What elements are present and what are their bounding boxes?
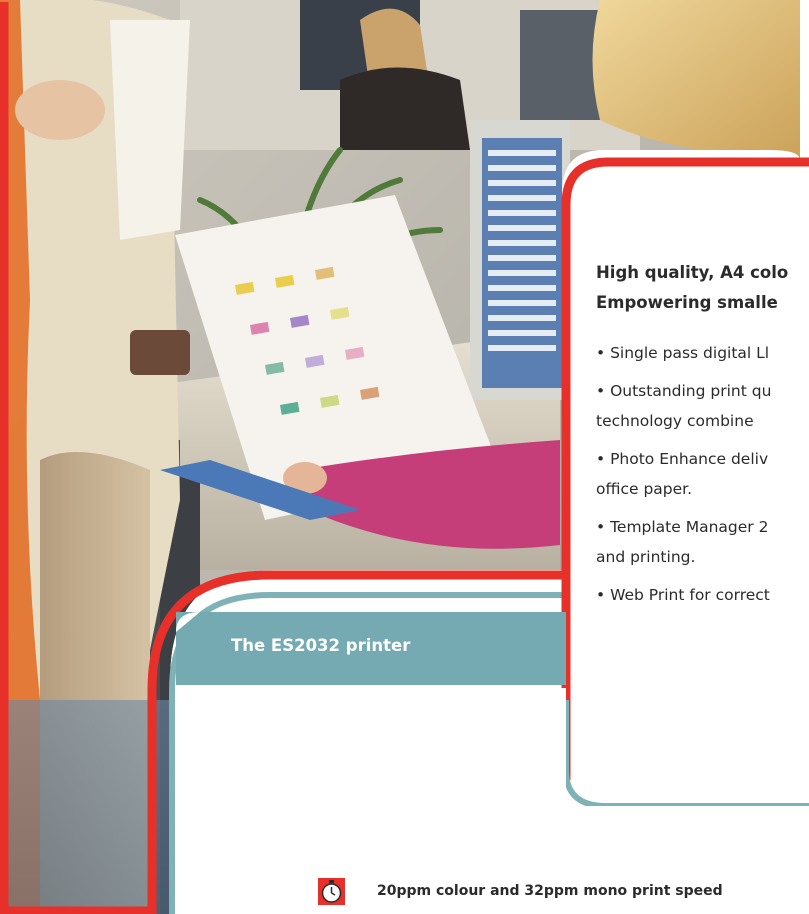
feature-print-speed: 20ppm colour and 32ppm mono print speed: [318, 877, 809, 905]
section-label: The ES2032 printer: [231, 636, 411, 655]
bullet-item: • Single pass digital Ll: [596, 338, 809, 368]
stopwatch-icon: [318, 877, 345, 905]
feature-text: 20ppm colour and 32ppm mono print speed: [377, 883, 723, 899]
bullet-line: technology combine: [596, 412, 754, 430]
product-heading: High quality, A4 colo Empowering smalle: [596, 258, 809, 318]
bullet-line: and printing.: [596, 548, 696, 566]
bullet-line: • Web Print for correct: [596, 586, 770, 604]
bullet-item: • Template Manager 2 and printing.: [596, 512, 809, 572]
bullet-line: office paper.: [596, 480, 693, 498]
bullet-line: • Photo Enhance deliv: [596, 450, 769, 468]
bullet-item: • Outstanding print qu technology combin…: [596, 376, 809, 436]
bullet-item: • Web Print for correct: [596, 580, 809, 610]
heading-line-2: Empowering smalle: [596, 293, 778, 312]
bullet-line: • Outstanding print qu: [596, 382, 772, 400]
bullet-line: • Template Manager 2: [596, 518, 769, 536]
bullet-item: • Photo Enhance deliv office paper.: [596, 444, 809, 504]
bullet-line: • Single pass digital Ll: [596, 344, 770, 362]
heading-line-1: High quality, A4 colo: [596, 263, 789, 282]
feature-bullet-list: • Single pass digital Ll • Outstanding p…: [596, 338, 809, 618]
